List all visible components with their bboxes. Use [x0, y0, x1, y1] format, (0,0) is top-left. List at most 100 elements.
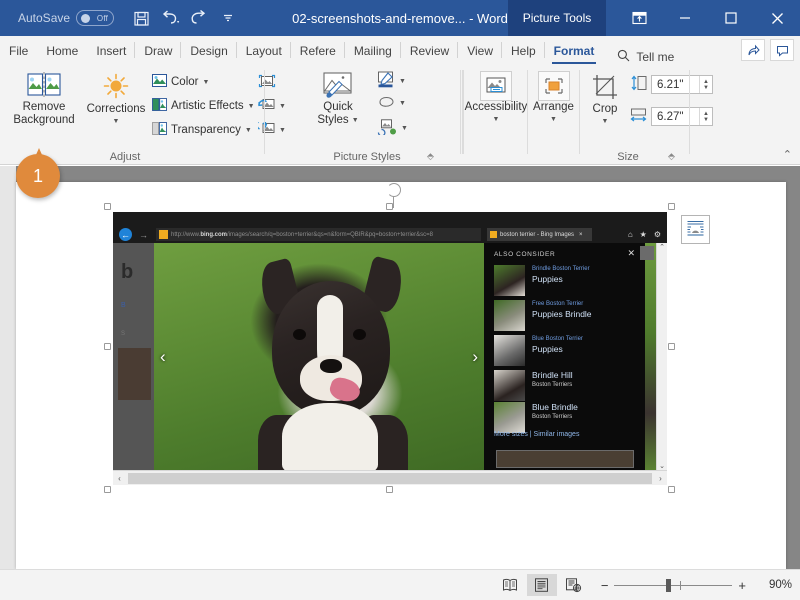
tab-references[interactable]: Refere [291, 36, 345, 65]
autosave-switch[interactable]: Off [76, 10, 115, 26]
print-layout-button[interactable] [526, 574, 557, 596]
tab-format[interactable]: Format [545, 36, 604, 65]
corrections-button[interactable]: Corrections ▼ [85, 71, 147, 125]
contextual-tab-picture-tools[interactable]: Picture Tools [508, 0, 606, 36]
arrange-chevron-down-icon[interactable]: ▼ [550, 116, 557, 123]
resize-handle-n[interactable] [386, 203, 393, 210]
more-sizes-similar-links[interactable]: More sizes | Similar images [494, 431, 579, 438]
resize-handle-sw[interactable] [104, 486, 111, 493]
account-person-icon[interactable] [640, 246, 654, 260]
redo-icon[interactable] [186, 5, 212, 31]
collapse-ribbon-chevron-up-icon[interactable]: ⌃ [783, 148, 792, 161]
scroll-up-arrow-icon[interactable]: ⌃ [659, 243, 665, 251]
layout-options-button[interactable] [681, 215, 710, 244]
scroll-down-arrow-icon[interactable]: ⌄ [659, 462, 665, 470]
arrange-button[interactable]: Arrange ▼ [527, 71, 580, 123]
picture-border-chevron-down-icon[interactable]: ▼ [399, 78, 406, 85]
also-consider-item[interactable]: Free Boston Terrier Puppies Brindle [494, 300, 592, 331]
zoom-slider-thumb[interactable] [666, 578, 672, 592]
zoom-slider[interactable] [614, 578, 733, 592]
favorites-star-icon[interactable]: ★ [640, 230, 647, 239]
transparency-chevron-down-icon[interactable]: ▼ [245, 127, 252, 134]
customize-qat-icon[interactable] [215, 5, 241, 31]
scroll-right-arrow-icon[interactable]: › [654, 474, 667, 483]
corrections-chevron-down-icon[interactable]: ▼ [113, 118, 120, 125]
autosave-toggle[interactable]: AutoSave Off [18, 10, 115, 26]
tab-file[interactable]: File [0, 36, 37, 65]
size-dialog-launcher[interactable]: ⬘ [668, 151, 675, 162]
tab-review[interactable]: Review [401, 36, 459, 65]
crop-button[interactable]: Crop ▼ [584, 73, 626, 125]
shape-width-field[interactable]: 6.27" ▲ ▼ [651, 107, 713, 126]
comments-icon[interactable] [770, 39, 794, 61]
change-picture-chevron-down-icon[interactable]: ▼ [279, 103, 286, 110]
tab-layout[interactable]: Layout [237, 36, 291, 65]
tab-view[interactable]: View [458, 36, 502, 65]
share-icon[interactable] [741, 39, 765, 61]
forward-arrow-icon[interactable]: → [139, 230, 148, 240]
scroll-left-arrow-icon[interactable]: ‹ [113, 474, 126, 483]
also-consider-item[interactable]: Blue Boston Terrier Puppies [494, 335, 583, 366]
close-icon[interactable] [754, 0, 800, 36]
artistic-effects-chevron-down-icon[interactable]: ▼ [248, 103, 255, 110]
also-consider-item[interactable]: Brindle Hill Boston Terriers [494, 370, 573, 401]
tab-design[interactable]: Design [181, 36, 238, 65]
compress-pictures-button[interactable] [258, 74, 280, 91]
zoom-level-label[interactable]: 90% [758, 579, 792, 591]
also-consider-item[interactable]: Brindle Boston Terrier Puppies [494, 265, 590, 296]
tab-mailings[interactable]: Mailing [345, 36, 401, 65]
picture-layout-button[interactable]: ▼ [377, 119, 408, 138]
resize-handle-e[interactable] [668, 343, 675, 350]
settings-gear-icon[interactable]: ⚙ [654, 230, 661, 239]
web-layout-button[interactable] [559, 574, 589, 596]
reset-picture-button[interactable]: ▼ [256, 119, 286, 139]
quick-styles-button[interactable]: Quick Styles ▼ [307, 71, 369, 127]
tell-me-search[interactable]: Tell me [617, 49, 674, 65]
also-consider-close-icon[interactable]: ✕ [627, 248, 635, 259]
reset-picture-chevron-down-icon[interactable]: ▼ [279, 127, 286, 134]
horizontal-scroll-thumb[interactable] [128, 472, 652, 484]
browser-tab[interactable]: boston terrier - Bing Images × [487, 228, 592, 241]
url-input[interactable]: http://www. bing.com /images/search/q=bo… [156, 228, 481, 241]
change-picture-button[interactable]: ▼ [258, 98, 286, 115]
tab-help[interactable]: Help [502, 36, 545, 65]
tab-draw[interactable]: Draw [135, 36, 182, 65]
picture-effects-button[interactable]: ▼ [377, 95, 406, 112]
zoom-in-button[interactable]: + [738, 578, 746, 593]
prev-image-arrow[interactable]: ‹ [160, 347, 166, 367]
read-mode-button[interactable] [495, 574, 525, 596]
resize-handle-w[interactable] [104, 343, 111, 350]
inserted-screenshot-image[interactable]: ← → http://www. bing.com /images/search/… [113, 212, 667, 485]
picture-layout-chevron-down-icon[interactable]: ▼ [401, 125, 408, 132]
shape-width-stepper[interactable]: ▲ ▼ [699, 108, 712, 125]
minimize-icon[interactable] [662, 0, 708, 36]
crop-chevron-down-icon[interactable]: ▼ [602, 118, 609, 125]
back-arrow-icon[interactable]: ← [119, 228, 132, 241]
also-consider-item[interactable]: Blue Brindle Boston Terriers [494, 402, 578, 433]
next-image-arrow[interactable]: › [472, 347, 478, 367]
undo-icon[interactable] [157, 5, 183, 31]
home-icon[interactable]: ⌂ [628, 230, 633, 239]
shape-height-field[interactable]: 6.21" ▲ ▼ [651, 75, 713, 94]
tab-insert[interactable]: Insert [87, 36, 136, 65]
picture-styles-dialog-launcher[interactable]: ⬘ [427, 151, 434, 162]
maximize-icon[interactable] [708, 0, 754, 36]
rotate-handle[interactable] [387, 183, 401, 197]
ribbon-display-options-icon[interactable] [616, 0, 662, 36]
color-button[interactable]: Color ▼ [152, 74, 209, 90]
tab-home[interactable]: Home [37, 36, 87, 65]
tab-close-icon[interactable]: × [579, 232, 583, 238]
resize-handle-ne[interactable] [668, 203, 675, 210]
save-icon[interactable] [128, 5, 154, 31]
resize-handle-nw[interactable] [104, 203, 111, 210]
remove-background-button[interactable]: Remove Background [8, 71, 80, 127]
picture-effects-chevron-down-icon[interactable]: ▼ [399, 100, 406, 107]
zoom-out-button[interactable]: − [601, 578, 609, 593]
transparency-button[interactable]: Transparency ▼ [152, 122, 252, 138]
picture-border-button[interactable]: ▼ [377, 71, 406, 92]
resize-handle-se[interactable] [668, 486, 675, 493]
color-chevron-down-icon[interactable]: ▼ [202, 79, 209, 86]
page-horizontal-scrollbar[interactable]: ‹ › [113, 470, 667, 485]
quick-styles-chevron-down-icon[interactable]: ▼ [352, 117, 359, 124]
page-vertical-scrollbar[interactable]: ⌃ ⌄ [656, 243, 667, 470]
